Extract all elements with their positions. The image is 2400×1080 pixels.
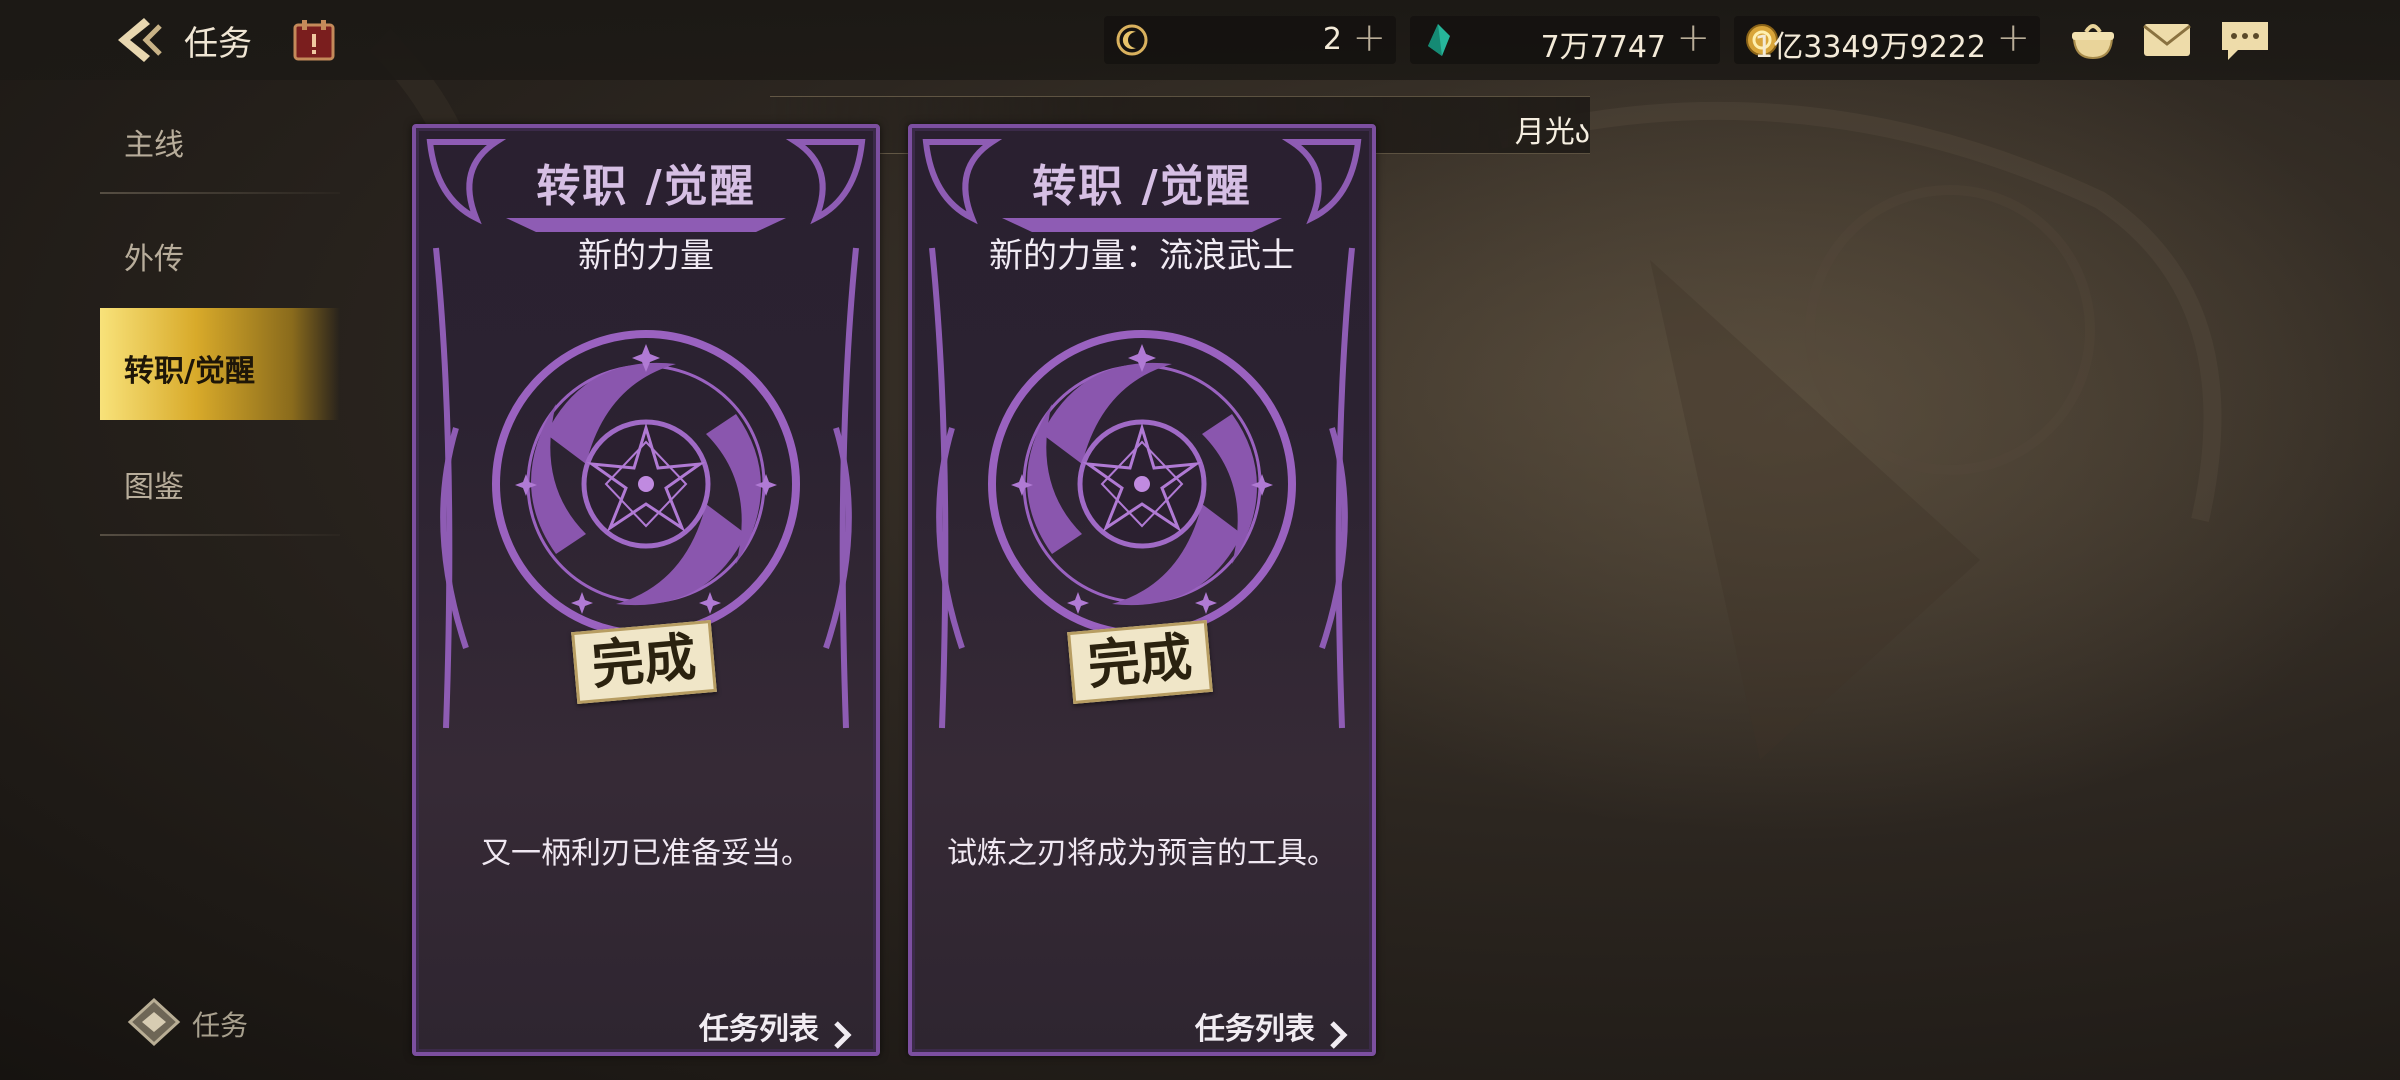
moon-token-counter: 2 + bbox=[1104, 16, 1396, 64]
sidebar-item-main[interactable]: 主线 bbox=[100, 82, 340, 194]
mail-icon bbox=[2143, 24, 2191, 56]
quest-list-button[interactable]: 任务列表 bbox=[698, 1004, 852, 1049]
sidebar-item-label: 转职/觉醒 bbox=[124, 354, 255, 389]
moon-token-icon bbox=[1116, 24, 1148, 56]
complete-stamp: 完成 bbox=[571, 620, 717, 704]
quest-list-label: 任务列表 bbox=[1194, 1012, 1315, 1047]
card-category: 转职 /觉醒 bbox=[1032, 161, 1252, 212]
calendar-icon bbox=[293, 20, 335, 61]
sidebar-item-class-awaken[interactable]: 转职/觉醒 bbox=[100, 308, 340, 420]
complete-stamp: 完成 bbox=[1067, 620, 1213, 704]
quest-list-button[interactable]: 任务列表 bbox=[1194, 1004, 1348, 1049]
magic-circle-emblem bbox=[988, 330, 1296, 638]
pouch-button[interactable] bbox=[2066, 14, 2120, 66]
crystal-value: 7万7747 bbox=[1540, 30, 1666, 65]
quest-shortcut-button[interactable] bbox=[124, 994, 184, 1050]
add-gold-button[interactable]: + bbox=[1996, 18, 2030, 58]
gold-counter: 1亿3349万9222 + bbox=[1734, 16, 2040, 65]
quest-card[interactable]: 转职 /觉醒 新的力量 完成 又一柄利刃已准备妥当。 任务列表 bbox=[412, 124, 880, 1056]
chat-button[interactable] bbox=[2218, 14, 2272, 66]
chat-icon bbox=[2222, 22, 2268, 60]
crystal-counter: 7万7747 + bbox=[1410, 16, 1720, 65]
add-moon-token-button[interactable]: + bbox=[1352, 18, 1386, 58]
back-button[interactable] bbox=[110, 12, 170, 68]
card-description: 又一柄利刃已准备妥当。 bbox=[481, 836, 811, 871]
card-quest-name: 新的力量：流浪武士 bbox=[989, 236, 1295, 276]
green-crystal-icon bbox=[1428, 24, 1450, 56]
quest-list-label: 任务列表 bbox=[698, 1012, 819, 1047]
card-quest-name: 新的力量 bbox=[578, 236, 714, 276]
add-crystal-button[interactable]: + bbox=[1676, 18, 1710, 58]
quest-shortcut-label: 任务 bbox=[192, 1009, 249, 1042]
card-category: 转职 /觉醒 bbox=[536, 161, 756, 212]
sidebar-item-label: 外传 bbox=[124, 242, 184, 277]
gold-value: 1亿3349万9222 bbox=[1754, 30, 1986, 65]
magic-circle-emblem bbox=[492, 330, 800, 638]
moon-token-value: 2 bbox=[1322, 22, 1342, 57]
sidebar-item-side-story[interactable]: 外传 bbox=[100, 196, 340, 308]
chevron-right-icon bbox=[834, 1020, 852, 1049]
calendar-button[interactable] bbox=[292, 18, 336, 62]
notice-text: 月光ა bbox=[1514, 115, 1590, 150]
divider bbox=[100, 192, 340, 194]
chevron-right-icon bbox=[1330, 1020, 1348, 1049]
top-bar: 任务 2 + 7万7747 + 1亿3349万9222 + bbox=[0, 0, 2400, 80]
mail-button[interactable] bbox=[2140, 14, 2194, 66]
page-title: 任务 bbox=[184, 24, 252, 64]
divider bbox=[100, 534, 340, 536]
back-arrow-icon bbox=[118, 18, 162, 62]
sidebar-item-codex[interactable]: 图鉴 bbox=[100, 424, 340, 536]
sidebar-item-label: 主线 bbox=[124, 128, 184, 163]
quest-card[interactable]: 转职 /觉醒 新的力量：流浪武士 完成 试炼之刃将成为预言的工具。 任务列表 bbox=[908, 124, 1376, 1056]
sidebar-item-label: 图鉴 bbox=[124, 470, 184, 505]
pouch-icon bbox=[2072, 24, 2114, 60]
quest-scroll-icon bbox=[127, 997, 181, 1047]
card-description: 试炼之刃将成为预言的工具。 bbox=[947, 836, 1337, 871]
